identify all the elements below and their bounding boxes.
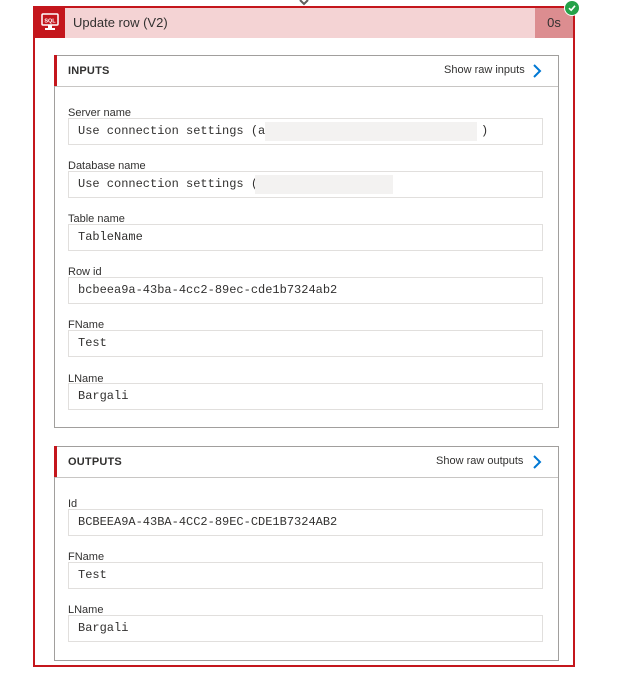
field-lname: Bargali [68, 383, 543, 410]
field-value: Bargali [78, 389, 129, 403]
redacted-region [265, 122, 477, 141]
redacted-region [255, 175, 393, 194]
show-raw-outputs-link[interactable]: Show raw outputs [436, 455, 523, 467]
inputs-title: INPUTS [68, 65, 110, 77]
field-value: bcbeea9a-43ba-4cc2-89ec-cde1b7324ab2 [78, 283, 338, 297]
field-value: Test [78, 568, 107, 582]
chevron-right-icon[interactable] [531, 454, 543, 470]
action-card[interactable]: SQL Update row (V2) 0s INPUTS Show raw i… [33, 6, 575, 667]
field-value: Use connection settings (a [78, 124, 266, 138]
sql-server-icon: SQL [35, 8, 65, 38]
field-value: Test [78, 336, 107, 350]
field-id: BCBEEA9A-43BA-4CC2-89EC-CDE1B7324AB2 [68, 509, 543, 536]
field-fname: Test [68, 562, 543, 589]
field-table-name: TableName [68, 224, 543, 251]
field-server-name: Use connection settings (a ) [68, 118, 543, 145]
field-value: Use connection settings ( [78, 177, 259, 191]
field-fname: Test [68, 330, 543, 357]
field-value: TableName [78, 230, 143, 244]
field-value: Bargali [78, 621, 129, 635]
field-value-suffix: ) [481, 124, 489, 138]
success-check-icon [564, 0, 580, 16]
show-raw-inputs-link[interactable]: Show raw inputs [444, 64, 525, 76]
field-lname: Bargali [68, 615, 543, 642]
inputs-header: INPUTS Show raw inputs [55, 56, 558, 87]
outputs-section: OUTPUTS Show raw outputs Id BCBEEA9A-43B… [54, 446, 559, 661]
chevron-right-icon[interactable] [531, 63, 543, 79]
field-value: BCBEEA9A-43BA-4CC2-89EC-CDE1B7324AB2 [78, 515, 338, 529]
outputs-title: OUTPUTS [68, 456, 122, 468]
svg-text:SQL: SQL [44, 19, 56, 25]
inputs-section: INPUTS Show raw inputs Server name Use c… [54, 55, 559, 428]
action-header[interactable]: SQL Update row (V2) 0s [35, 8, 573, 38]
field-row-id: bcbeea9a-43ba-4cc2-89ec-cde1b7324ab2 [68, 277, 543, 304]
outputs-header: OUTPUTS Show raw outputs [55, 447, 558, 478]
field-database-name: Use connection settings ( [68, 171, 543, 198]
action-title: Update row (V2) [73, 15, 168, 30]
